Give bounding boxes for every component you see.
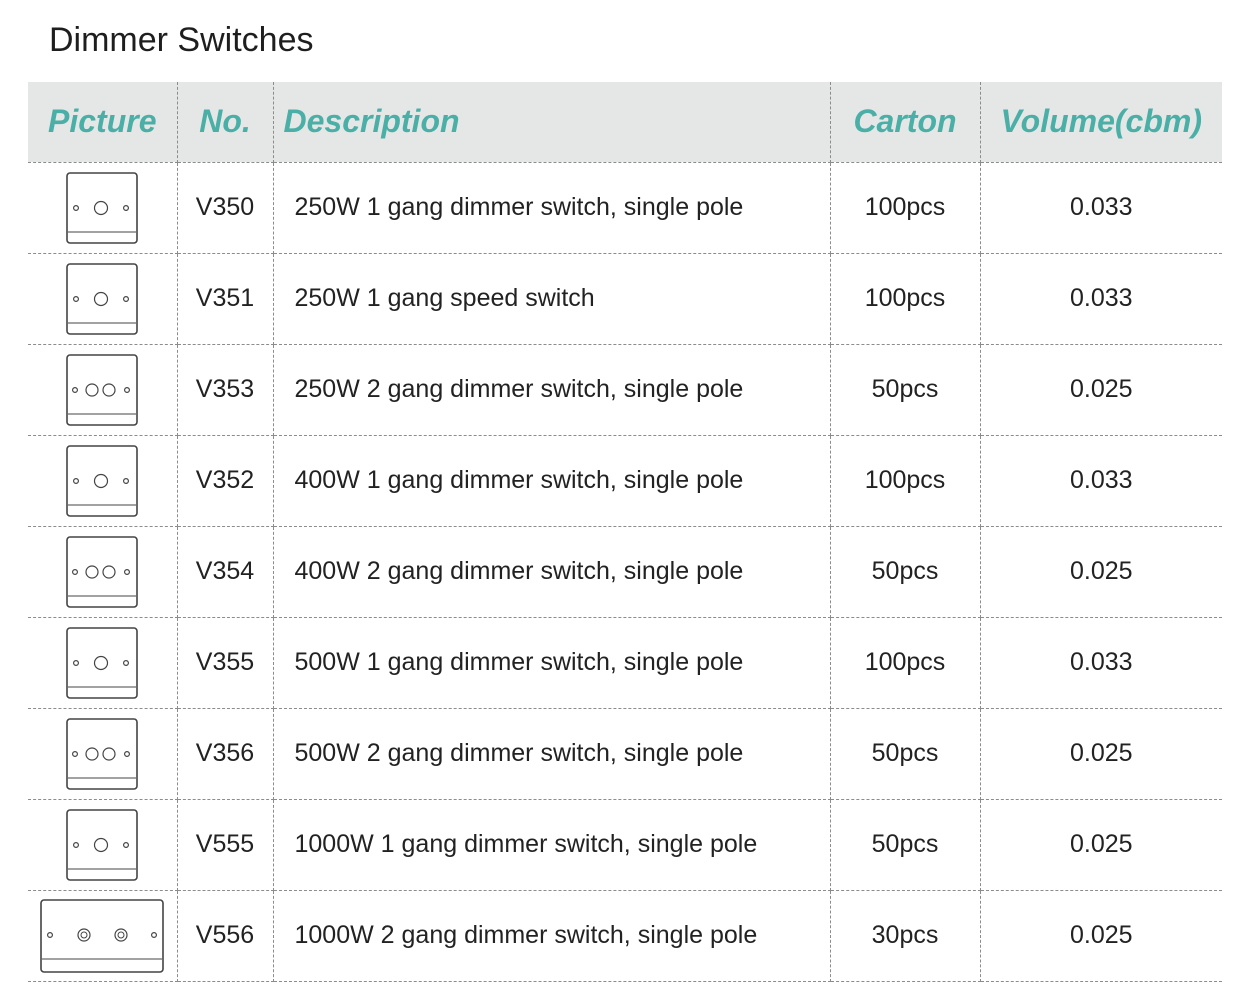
product-number: V355 [177,617,274,709]
column-header-no: No. [177,82,274,163]
carton-quantity: 50pcs [830,526,981,618]
product-number: V356 [177,708,274,800]
product-description: 400W 1 gang dimmer switch, single pole [273,435,831,527]
volume-cbm: 0.033 [980,162,1222,254]
carton-quantity: 100pcs [830,435,981,527]
product-description: 250W 1 gang speed switch [273,253,831,345]
volume-cbm: 0.025 [980,526,1222,618]
product-description: 500W 1 gang dimmer switch, single pole [273,617,831,709]
table-header-row: Picture No. Description Carton Volume(cb… [28,82,1222,163]
single-knob-switch-icon [28,171,177,244]
table-row: V555 1000W 1 gang dimmer switch, single p… [28,799,1222,891]
product-description: 1000W 2 gang dimmer switch, single pole [273,890,831,982]
double-knob-switch-icon [28,535,177,608]
wide-double-knob-switch-icon [28,898,177,973]
single-knob-switch-icon [28,262,177,335]
column-header-volume: Volume(cbm) [980,82,1222,163]
product-picture [28,617,178,709]
table-row: V350 250W 1 gang dimmer switch, single po… [28,162,1222,254]
table-row: V355 500W 1 gang dimmer switch, single po… [28,617,1222,709]
column-header-picture: Picture [28,82,178,163]
product-description: 500W 2 gang dimmer switch, single pole [273,708,831,800]
carton-quantity: 50pcs [830,799,981,891]
carton-quantity: 30pcs [830,890,981,982]
product-picture [28,162,178,254]
product-picture [28,708,178,800]
volume-cbm: 0.033 [980,435,1222,527]
table-row: V556 1000W 2 gang dimmer switch, single p… [28,890,1222,982]
page-title: Dimmer Switches [49,21,314,59]
product-table: Picture No. Description Carton Volume(cb… [28,82,1222,982]
table-row: V351 250W 1 gang speed switch 100pcs 0.033 [28,253,1222,345]
product-description: 400W 2 gang dimmer switch, single pole [273,526,831,618]
volume-cbm: 0.025 [980,799,1222,891]
volume-cbm: 0.025 [980,344,1222,436]
carton-quantity: 100pcs [830,162,981,254]
product-picture [28,799,178,891]
product-picture [28,435,178,527]
product-number: V353 [177,344,274,436]
volume-cbm: 0.025 [980,708,1222,800]
product-picture [28,344,178,436]
product-number: V354 [177,526,274,618]
carton-quantity: 50pcs [830,708,981,800]
carton-quantity: 50pcs [830,344,981,436]
column-header-carton: Carton [830,82,981,163]
product-description: 250W 1 gang dimmer switch, single pole [273,162,831,254]
carton-quantity: 100pcs [830,253,981,345]
double-knob-switch-icon [28,717,177,790]
volume-cbm: 0.033 [980,617,1222,709]
volume-cbm: 0.025 [980,890,1222,982]
product-number: V555 [177,799,274,891]
column-header-description: Description [273,82,831,163]
single-knob-switch-icon [28,444,177,517]
product-picture [28,253,178,345]
product-number: V352 [177,435,274,527]
carton-quantity: 100pcs [830,617,981,709]
product-number: V351 [177,253,274,345]
product-picture [28,890,178,982]
table-row: V353 250W 2 gang dimmer switch, single po… [28,344,1222,436]
table-row: V352 400W 1 gang dimmer switch, single po… [28,435,1222,527]
volume-cbm: 0.033 [980,253,1222,345]
product-number: V350 [177,162,274,254]
product-picture [28,526,178,618]
product-description: 250W 2 gang dimmer switch, single pole [273,344,831,436]
single-knob-switch-icon [28,808,177,881]
single-knob-switch-icon [28,626,177,699]
product-description: 1000W 1 gang dimmer switch, single pole [273,799,831,891]
table-row: V356 500W 2 gang dimmer switch, single po… [28,708,1222,800]
double-knob-switch-icon [28,353,177,426]
product-number: V556 [177,890,274,982]
table-row: V354 400W 2 gang dimmer switch, single po… [28,526,1222,618]
